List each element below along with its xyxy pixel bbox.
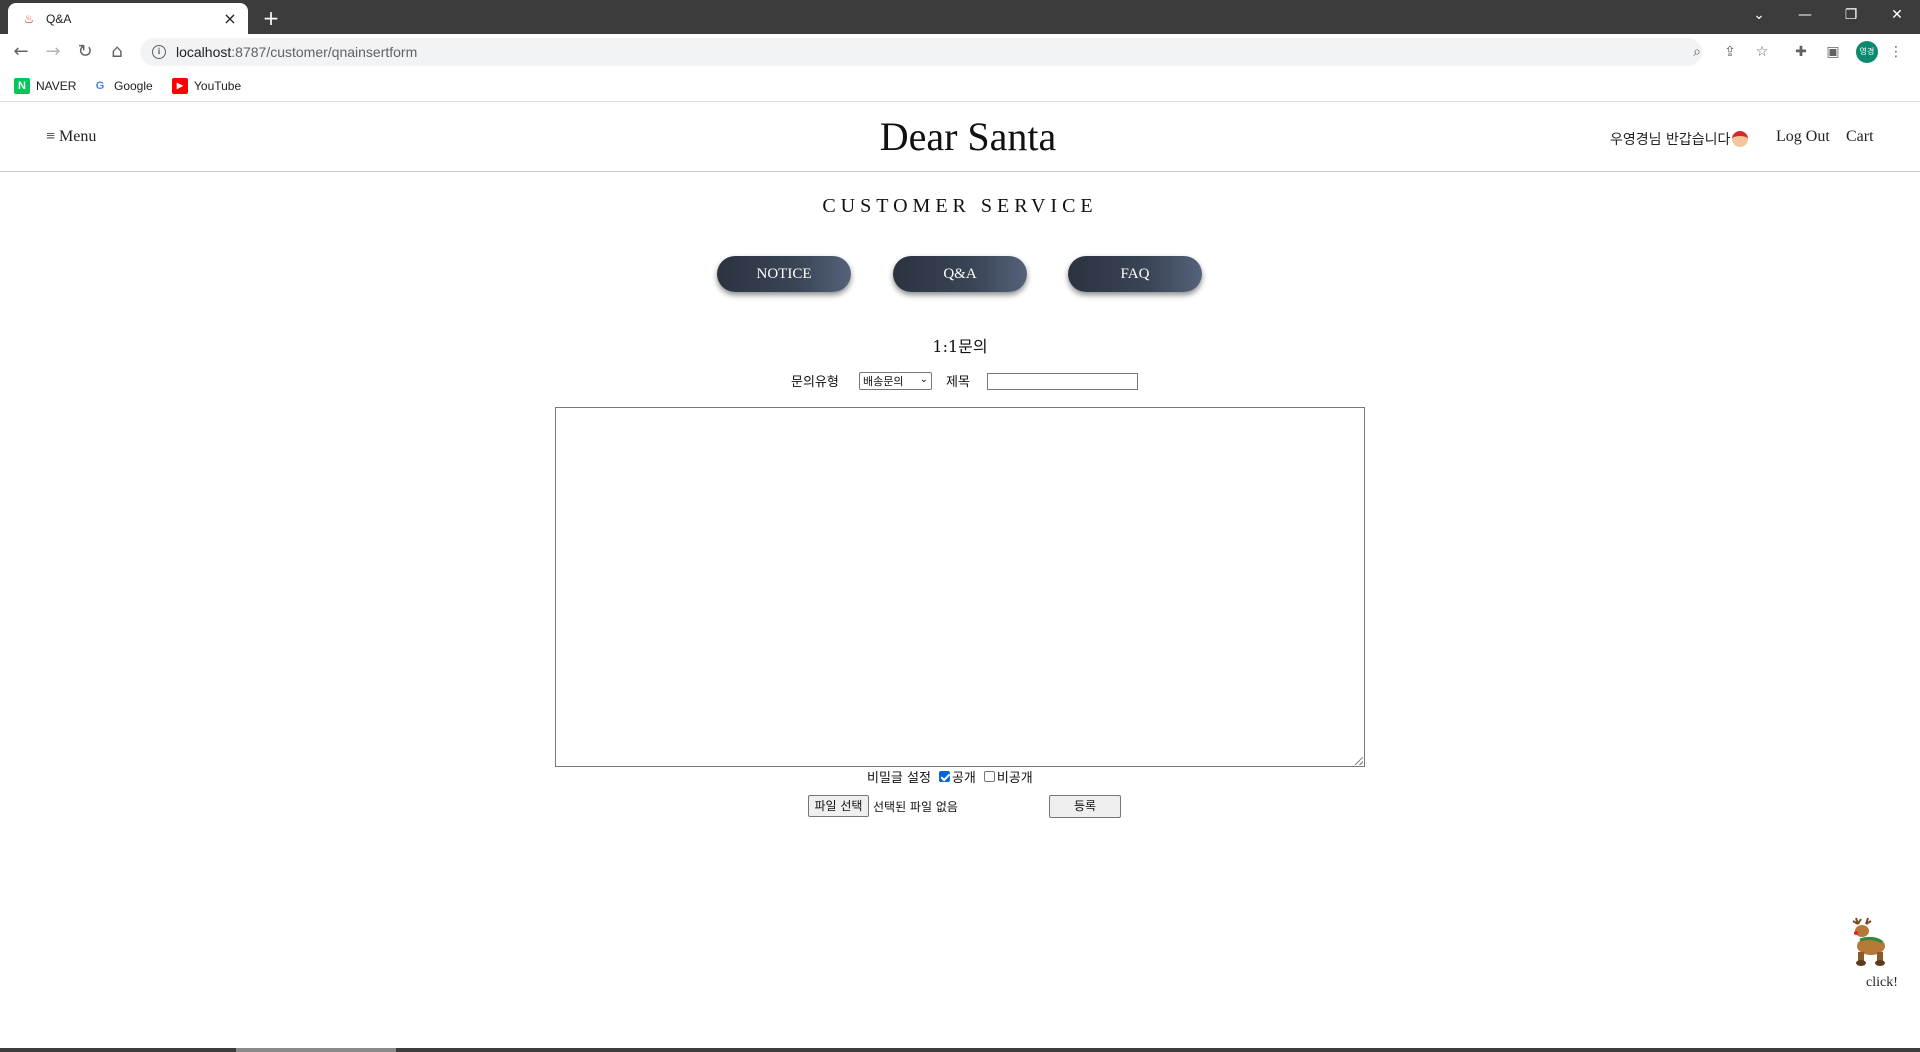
notice-button[interactable]: NOTICE [717,256,851,292]
bookmark-naver[interactable]: N NAVER [14,76,76,96]
bookmark-label: YouTube [194,79,242,93]
zoom-icon[interactable]: ⌕ [1687,42,1707,62]
inquiry-type-label: 문의유형 [791,375,839,390]
url-path: :8787/customer/qnainsertform [231,44,418,60]
bookmark-label: NAVER [36,79,77,93]
back-arrow-icon[interactable]: ← [8,39,34,65]
site-info-icon[interactable]: i [152,45,166,59]
taskbar-strip [0,1048,1920,1052]
form-title: 1:1문의 [932,337,988,356]
bookmark-youtube[interactable]: ▶ YouTube [172,76,241,96]
inquiry-type-value: 배송문의 [863,375,904,388]
side-panel-icon[interactable]: ▣ [1823,42,1843,62]
home-icon[interactable]: ⌂ [104,39,130,65]
close-tab-icon[interactable]: × [222,10,238,27]
chevron-down-icon: ⌄ [919,374,928,385]
private-label: 비공개 [996,770,1033,786]
browser-menu-kebab-icon[interactable]: ⋮ [1886,42,1906,62]
restore-button[interactable]: ❐ [1828,0,1874,30]
file-select-button[interactable]: 파일 선택 [808,795,869,817]
address-bar[interactable]: i localhost :8787/customer/qnainsertform [140,38,1702,66]
browser-tab[interactable]: ♨ Q&A × [8,3,248,34]
public-label: 공개 [951,770,976,786]
profile-avatar[interactable]: 영경 [1856,41,1878,63]
inquiry-type-select[interactable]: 배송문의 ⌄ [859,372,932,390]
subject-input[interactable] [987,373,1138,390]
public-checkbox[interactable] [938,770,950,782]
browser-tab-strip: ♨ Q&A × + ⌄ — ❐ ✕ [0,0,1920,34]
tab-search-chevron-icon[interactable]: ⌄ [1736,0,1782,30]
submit-button[interactable]: 등록 [1049,795,1121,818]
new-tab-button[interactable]: + [258,6,284,30]
youtube-logo-icon: ▶ [172,78,188,94]
private-checkbox[interactable] [983,770,995,782]
page-title: CUSTOMER SERVICE [822,195,1098,217]
browser-toolbar: ← → ↻ ⌂ i localhost :8787/customer/qnain… [0,34,1920,70]
bookmarks-bar: N NAVER G Google ▶ YouTube [0,70,1920,102]
bookmark-google[interactable]: G Google [92,76,153,96]
santa-favicon-icon: ♨ [23,11,35,26]
minimize-button[interactable]: — [1782,0,1828,30]
subject-label: 제목 [946,375,970,390]
reindeer-icon[interactable] [1844,916,1896,968]
site-header: ≡ Menu Dear Santa 우영경님 반갑습니다 Log Out Car… [0,103,1920,172]
bookmark-star-icon[interactable]: ☆ [1752,42,1772,62]
greeting-text: 우영경님 반갑습니다 [1610,132,1731,148]
window-close-button[interactable]: ✕ [1874,0,1920,30]
qna-button[interactable]: Q&A [893,256,1027,292]
forward-arrow-icon[interactable]: → [40,39,66,65]
reload-icon[interactable]: ↻ [72,39,98,65]
user-greeting: 우영경님 반갑습니다 [1610,129,1749,149]
secret-setting-row: 비밀글 설정 공개 비공개 [867,767,1033,786]
faq-button[interactable]: FAQ [1068,256,1202,292]
scroll-thumb[interactable] [236,1048,396,1052]
resize-grip-icon[interactable] [1355,757,1363,765]
google-logo-icon: G [95,80,105,92]
extensions-puzzle-icon[interactable]: ✚ [1791,42,1811,62]
click-label[interactable]: click! [1866,975,1898,991]
secret-setting-label: 비밀글 설정 [867,770,931,786]
tab-title: Q&A [46,11,72,26]
cart-link[interactable]: Cart [1846,128,1874,146]
content-textarea[interactable] [555,407,1365,767]
url-host: localhost [176,44,232,60]
logout-link[interactable]: Log Out [1776,128,1830,146]
naver-logo-icon: N [14,78,30,94]
share-icon[interactable]: ⇪ [1720,42,1740,62]
bookmark-label: Google [114,79,153,93]
santa-face-icon [1732,131,1749,147]
file-status-text: 선택된 파일 없음 [873,800,958,814]
